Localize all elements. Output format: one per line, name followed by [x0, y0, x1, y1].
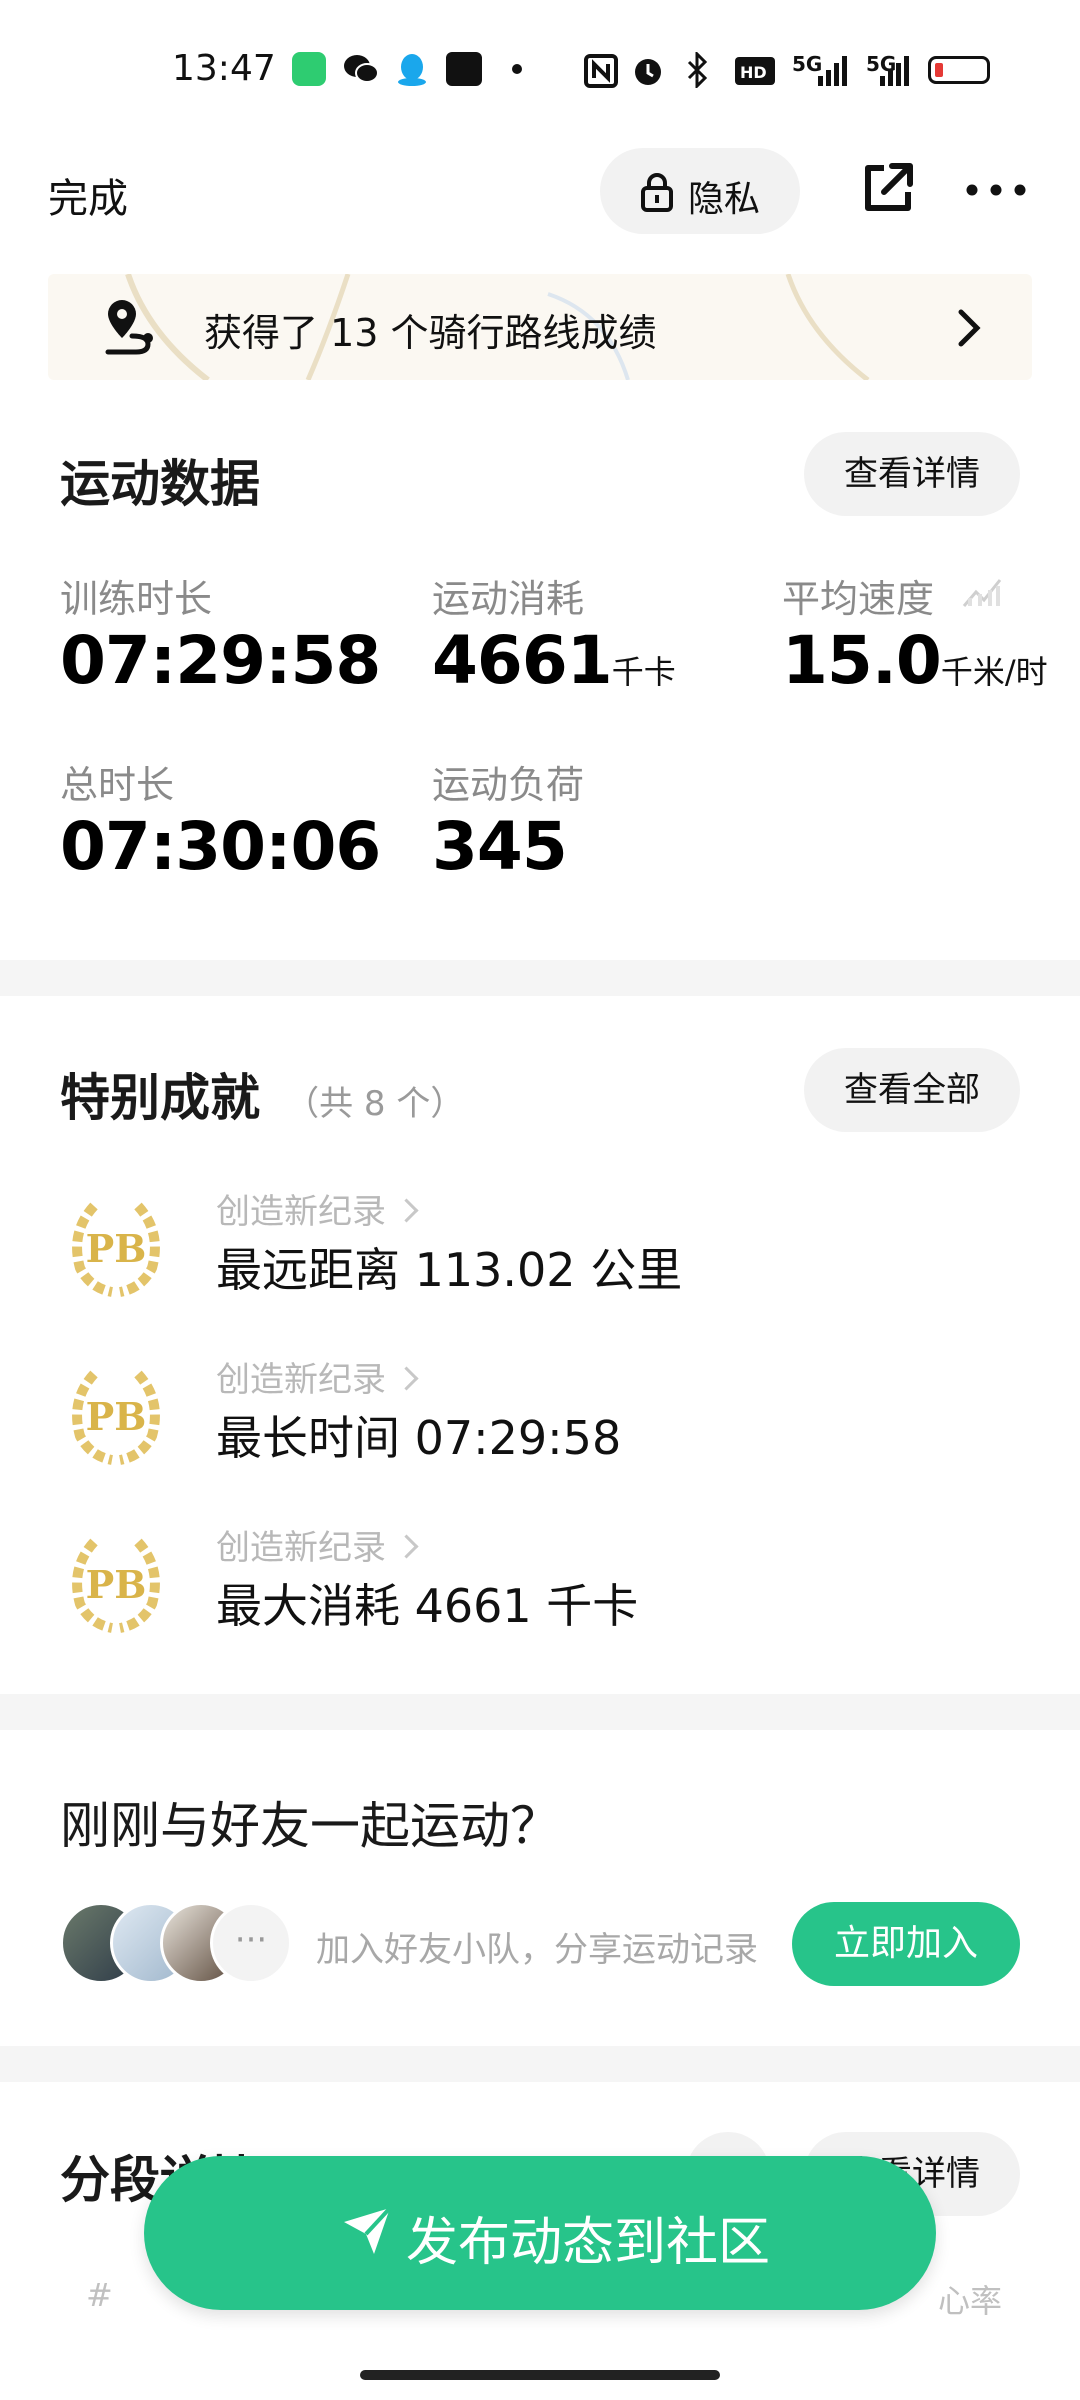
- achievement-main: 最长时间 07:29:58: [216, 1411, 622, 1465]
- friends-title: 刚刚与好友一起运动？: [60, 1797, 560, 1855]
- app-notification-icon: [292, 52, 326, 86]
- send-icon: [344, 2206, 392, 2254]
- section-divider: [0, 960, 1080, 996]
- stat-label: 运动负荷: [432, 763, 585, 807]
- achievements-count: （共 8 个）: [285, 1084, 465, 1124]
- segments-col-heart-rate: 心率: [938, 2282, 1003, 2320]
- achievements-header: 特别成就 （共 8 个）: [60, 1058, 464, 1130]
- capcut-icon: [446, 52, 482, 86]
- achievements-view-all-button[interactable]: 查看全部: [804, 1048, 1020, 1132]
- svg-text:HD: HD: [740, 63, 767, 82]
- signal-icon-2: [880, 56, 909, 86]
- stat-value: 07:29:58: [60, 622, 381, 699]
- stat-label: 平均速度: [782, 577, 935, 621]
- achievement-item[interactable]: PB 创造新纪录 最远距离 113.02 公里: [60, 1184, 1020, 1314]
- pb-badge-icon: PB: [72, 1538, 160, 1633]
- achievement-sub: 创造新纪录: [216, 1184, 419, 1233]
- stat-value: 4661: [432, 622, 613, 699]
- achievements-title: 特别成就: [60, 1069, 260, 1127]
- hd-icon: HD: [735, 57, 775, 85]
- route-achievement-banner[interactable]: 获得了 13 个骑行路线成绩: [48, 274, 1032, 380]
- stat-value: 345: [432, 808, 568, 885]
- speed-chart-icon[interactable]: [962, 572, 1002, 608]
- achievement-main: 最远距离 113.02 公里: [216, 1243, 683, 1297]
- achievement-sub: 创造新纪录: [216, 1520, 419, 1569]
- share-icon[interactable]: [860, 160, 916, 216]
- privacy-label: 隐私: [688, 179, 761, 220]
- stat-unit: 千米/时: [940, 653, 1048, 691]
- home-indicator[interactable]: [360, 2370, 720, 2380]
- done-button[interactable]: 完成: [48, 166, 128, 224]
- alarm-icon: [635, 59, 661, 85]
- more-avatars-icon: ···: [210, 1902, 292, 1984]
- join-now-button[interactable]: 立即加入: [792, 1902, 1020, 1986]
- publish-label: 发布动态到社区: [406, 2213, 771, 2273]
- achievement-item[interactable]: PB 创造新纪录 最长时间 07:29:58: [60, 1352, 1020, 1482]
- nfc-icon: [584, 54, 618, 88]
- achievement-item[interactable]: PB 创造新纪录 最大消耗 4661 千卡: [60, 1520, 1020, 1650]
- pb-badge-text: PB: [86, 1226, 147, 1271]
- route-banner-text: 获得了 13 个骑行路线成绩: [204, 311, 657, 355]
- wechat-icon: [344, 55, 379, 83]
- stat-label: 运动消耗: [432, 577, 585, 621]
- pb-badge-icon: PB: [72, 1202, 160, 1297]
- pb-badge-text: PB: [86, 1394, 147, 1439]
- sport-data-title: 运动数据: [60, 455, 260, 513]
- privacy-button[interactable]: 隐私: [600, 148, 800, 234]
- achievement-main: 最大消耗 4661 千卡: [216, 1579, 639, 1633]
- battery-icon: [928, 56, 990, 84]
- lock-icon: [641, 173, 673, 212]
- qq-icon: [398, 54, 426, 86]
- stat-value: 15.0: [782, 622, 942, 699]
- section-divider: [0, 2046, 1080, 2082]
- friends-desc: 加入好友小队，分享运动记录: [316, 1930, 758, 1970]
- route-pin-icon: [105, 300, 153, 355]
- stat-label: 总时长: [60, 763, 175, 807]
- sport-data-details-button[interactable]: 查看详情: [804, 432, 1020, 516]
- more-notifications-dot: [512, 64, 522, 74]
- stat-value-group: 15.0千米/时: [782, 622, 1048, 699]
- more-icon[interactable]: [966, 184, 1026, 196]
- stat-label: 训练时长: [60, 577, 213, 621]
- pb-badge-text: PB: [86, 1562, 147, 1607]
- stat-unit: 千卡: [611, 653, 676, 691]
- section-divider: [0, 1694, 1080, 1730]
- achievement-sub: 创造新纪录: [216, 1352, 419, 1401]
- segments-col-index: #: [86, 2276, 113, 2314]
- stat-value-group: 4661千卡: [432, 622, 676, 699]
- status-time: 13:47: [172, 48, 276, 89]
- publish-to-community-button[interactable]: 发布动态到社区: [144, 2156, 936, 2310]
- signal-icon-1: [818, 56, 847, 86]
- stat-value: 07:30:06: [60, 808, 381, 885]
- chevron-right-icon: [958, 309, 981, 347]
- pb-badge-icon: PB: [72, 1370, 160, 1465]
- bluetooth-icon: [687, 52, 708, 88]
